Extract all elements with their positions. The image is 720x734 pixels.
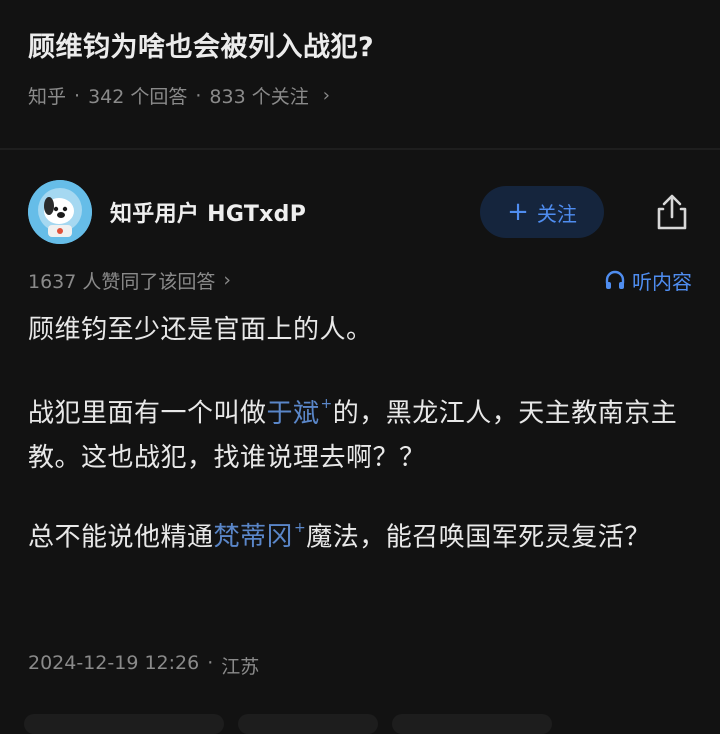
answer-paragraph: 战犯里面有一个叫做于斌+的，黑龙江人，天主教南京主教。这也战犯，找谁说理去啊？？ <box>28 386 692 480</box>
separator: · <box>207 652 214 674</box>
answers-count: 342 个回答 <box>88 86 188 108</box>
answer-paragraph: 总不能说他精通梵蒂冈+魔法，能召唤国军死灵复活？ <box>28 510 692 560</box>
answer-datetime: 2024-12-19 12:26 <box>28 652 200 674</box>
listen-label: 听内容 <box>632 269 692 294</box>
question-meta[interactable]: 知乎 · 342 个回答 · 833 个关注 › <box>28 82 692 109</box>
answer-location: 江苏 <box>221 656 260 678</box>
answer-text: 魔法，能召唤国军死灵复活？ <box>306 522 651 553</box>
action-pill[interactable] <box>392 714 552 734</box>
action-pill[interactable] <box>238 714 378 734</box>
headphones-icon <box>605 270 625 289</box>
separator: · <box>195 84 202 107</box>
keyword-link-marker: + <box>320 396 333 412</box>
answer-meta-row: 1637 人赞同了该回答 › 听内容 <box>28 266 692 294</box>
dog-astronaut-avatar-icon <box>28 180 92 244</box>
share-icon <box>657 194 687 230</box>
upvote-info[interactable]: 1637 人赞同了该回答 › <box>28 267 231 294</box>
plus-icon: + <box>507 197 529 227</box>
question-header: 顾维钧为啥也会被列入战犯? 知乎 · 342 个回答 · 833 个关注 › <box>0 0 720 109</box>
answer-body: 顾维钧至少还是官面上的人。 战犯里面有一个叫做于斌+的，黑龙江人，天主教南京主教… <box>28 308 692 589</box>
chevron-right-icon: › <box>322 85 330 106</box>
listen-button[interactable]: 听内容 <box>604 266 692 295</box>
chevron-right-icon: › <box>223 269 232 291</box>
action-pill[interactable] <box>24 714 224 734</box>
answer-text: 战犯里面有一个叫做 <box>28 398 267 429</box>
upvote-count: 1637 人赞同了该回答 <box>28 270 216 293</box>
keyword-link-label: 于斌 <box>266 398 320 429</box>
answer-text: 顾维钧至少还是官面上的人。 <box>28 315 373 345</box>
keyword-link-marker: + <box>294 519 307 536</box>
separator: · <box>74 84 81 107</box>
follow-label: 关注 <box>536 201 577 226</box>
author-name[interactable]: 知乎用户 HGTxdP <box>110 196 306 228</box>
avatar[interactable] <box>28 180 92 244</box>
answer-footer-meta: 2024-12-19 12:26 · 江苏 <box>28 652 259 679</box>
answer-text: 总不能说他精通 <box>28 522 214 553</box>
answer-paragraph: 顾维钧至少还是官面上的人。 <box>28 308 692 352</box>
keyword-link-yubin[interactable]: 于斌+ <box>266 396 333 429</box>
source-label: 知乎 <box>28 86 67 108</box>
followers-count: 833 个关注 <box>209 86 309 108</box>
keyword-link-vatican[interactable]: 梵蒂冈+ <box>213 519 307 553</box>
follow-button[interactable]: + 关注 <box>480 186 604 238</box>
question-title[interactable]: 顾维钧为啥也会被列入战犯? <box>28 30 692 66</box>
share-button[interactable] <box>652 192 692 232</box>
keyword-link-label: 梵蒂冈 <box>213 522 294 553</box>
divider <box>0 148 720 150</box>
bottom-action-bar <box>24 714 696 734</box>
author-row: 知乎用户 HGTxdP + 关注 <box>28 180 692 244</box>
